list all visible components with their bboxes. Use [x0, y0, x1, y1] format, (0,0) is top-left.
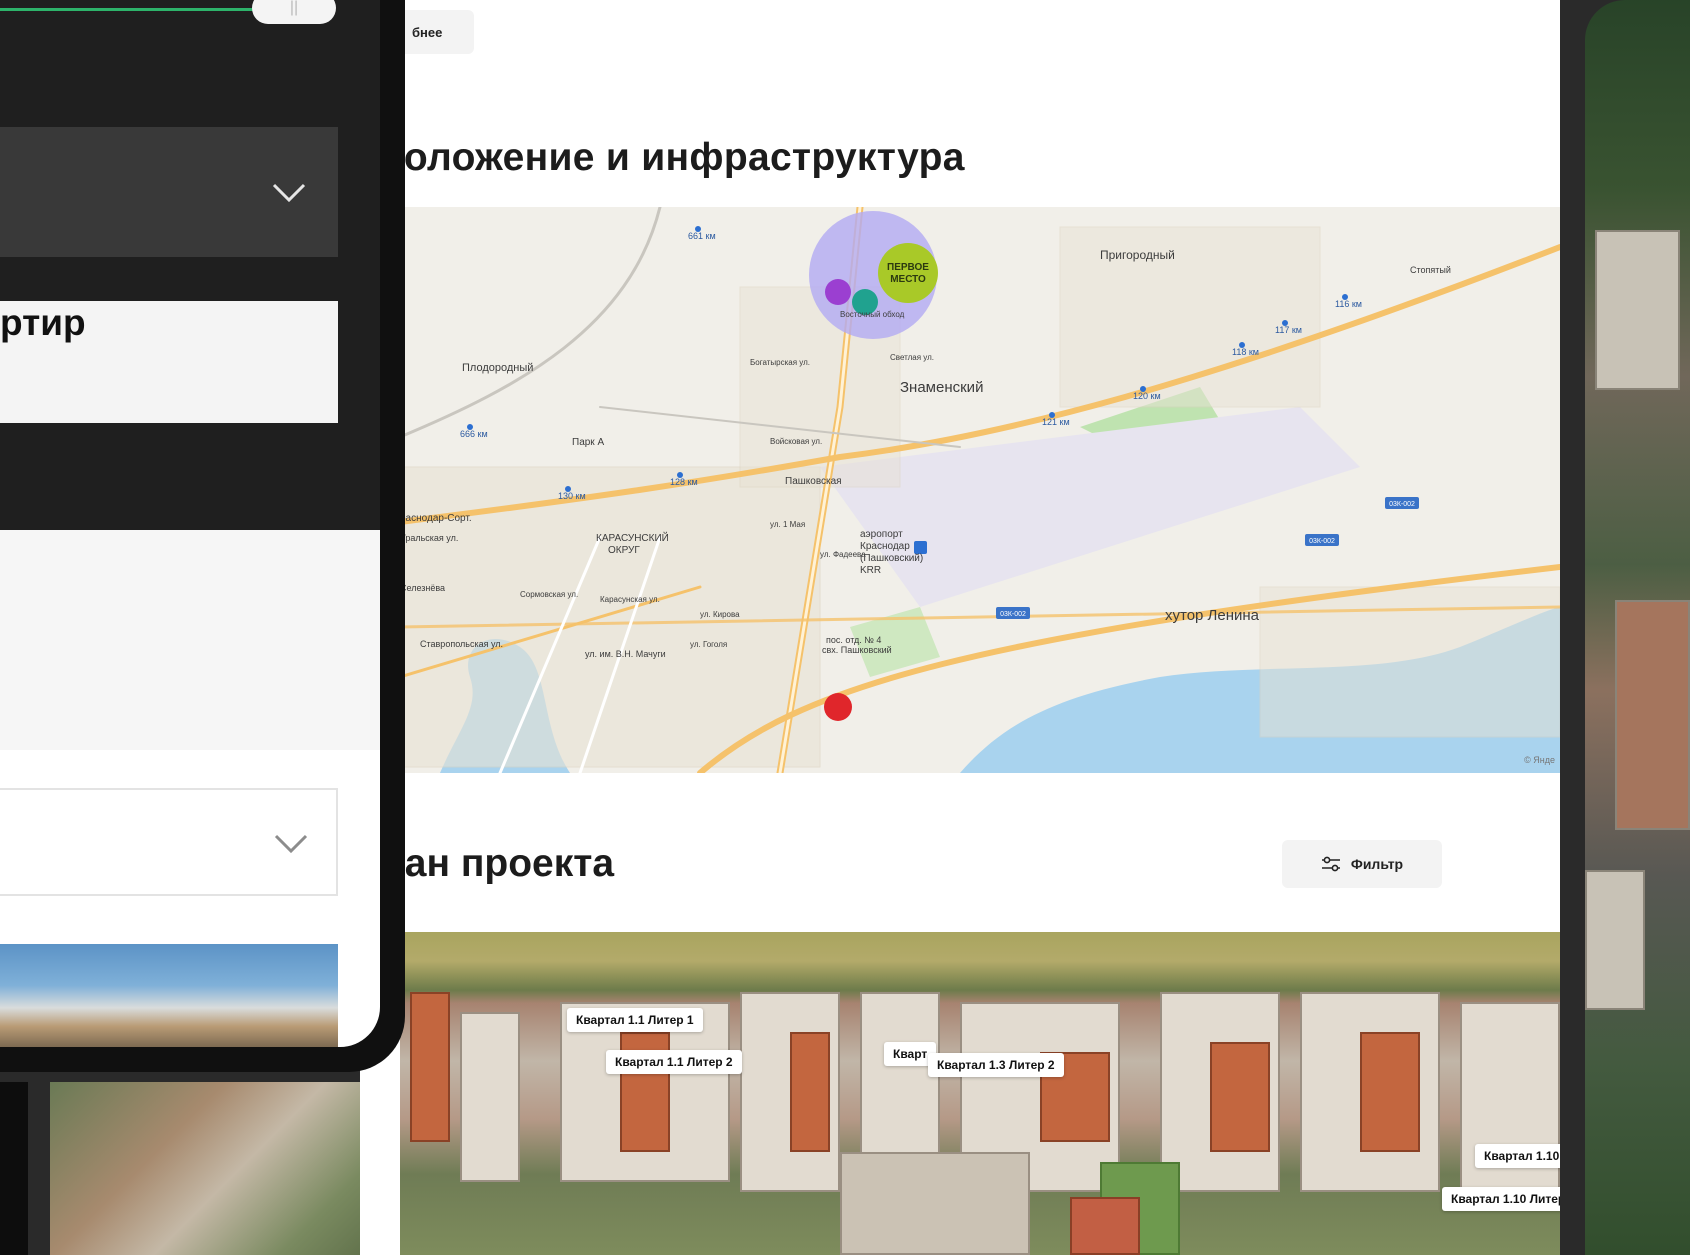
- plan-label-6[interactable]: Квартал 1.10 Литер: [1442, 1187, 1560, 1211]
- map-place-label: Богатырская ул.: [750, 358, 810, 367]
- logo-text-2: МЕСТО: [890, 274, 926, 285]
- km-marker-label: 120 км: [1133, 391, 1161, 401]
- km-marker-label: 118 км: [1232, 347, 1259, 357]
- map-place-label: хутор Ленина: [1165, 607, 1260, 624]
- dark-panel: [0, 1082, 28, 1255]
- progress-bar: [0, 8, 270, 11]
- map-place-label: Войсковая ул.: [770, 437, 822, 446]
- logo-text-1: ПЕРВОЕ: [887, 262, 929, 273]
- map-place-label: Краснодар: [860, 541, 910, 552]
- map-place-label: аэропорт: [860, 529, 903, 540]
- map-place-label: Карасунская ул.: [600, 595, 660, 604]
- dark-dropdown[interactable]: [0, 127, 338, 257]
- km-marker-label: 128 км: [670, 477, 698, 487]
- light-dropdown[interactable]: [0, 788, 338, 896]
- plan-label-4[interactable]: Квартал 1.3 Литер 2: [928, 1053, 1064, 1077]
- master-plan-aerial[interactable]: Квартал 1.1 Литер 1 Квартал 1.1 Литер 2 …: [400, 932, 1560, 1255]
- km-marker-label: 666 км: [460, 429, 488, 439]
- plan-label-1[interactable]: Квартал 1.1 Литер 1: [567, 1008, 703, 1032]
- plan-label-5[interactable]: Квартал 1.10: [1475, 1144, 1560, 1168]
- road-badge-label: 03К-002: [1000, 611, 1026, 618]
- map-place-label: Пригородный: [1100, 248, 1175, 262]
- map-place-label: пос. отд. № 4: [826, 635, 881, 645]
- map-place-label: ул. им. В.Н. Мачуги: [585, 649, 666, 659]
- filter-button-label: Фильтр: [1350, 856, 1404, 872]
- light-section: [0, 530, 380, 750]
- map-place-label: ОКРУГ: [608, 545, 640, 556]
- airport-zone: [820, 407, 1360, 607]
- map-place-label: ул. 1 Мая: [770, 520, 805, 529]
- screenshot-stage: бнее положение и инфраструктура ПЕРВОЕ М…: [0, 0, 1690, 1255]
- project-logo-marker: [878, 243, 938, 303]
- map-place-label: ул. Гоголя: [690, 640, 727, 649]
- map-place-label: Светлая ул.: [890, 353, 934, 362]
- map-place-label: КАРАСУНСКИЙ: [596, 531, 669, 544]
- filter-button[interactable]: Фильтр: [1282, 840, 1442, 888]
- plan-label-2[interactable]: Квартал 1.1 Литер 2: [606, 1050, 742, 1074]
- km-marker-label: 661 км: [688, 231, 716, 241]
- map-place-label: раснодар-Сорт.: [400, 513, 472, 524]
- map-place-label: Сормовская ул.: [520, 590, 578, 599]
- pause-button[interactable]: ||: [252, 0, 336, 24]
- map-place-label: ул. Кирова: [700, 610, 740, 619]
- map-place-label: Стопятый: [1410, 265, 1451, 275]
- map-copyright: © Янде: [1524, 755, 1555, 765]
- right-aerial-photo: [1585, 0, 1690, 1255]
- chevron-down-icon: [274, 834, 308, 854]
- km-marker-label: 116 км: [1335, 299, 1362, 309]
- km-marker-label: 117 км: [1275, 325, 1302, 335]
- map-place-label: Парк А: [572, 437, 604, 448]
- map-place-label: Пашковская: [785, 476, 842, 487]
- bottom-aerial-photo: [50, 1082, 380, 1255]
- map-place-label: Восточный обход: [840, 310, 905, 319]
- desktop-page: бнее положение и инфраструктура ПЕРВОЕ М…: [360, 0, 1560, 1255]
- infrastructure-map[interactable]: ПЕРВОЕ МЕСТО Пригородный Знаменский Плодор…: [400, 207, 1560, 773]
- map-place-label: Селезнёва: [400, 583, 445, 593]
- map-place-label: Уральская ул.: [400, 533, 458, 543]
- pause-icon: ||: [289, 0, 299, 16]
- map-place-label: свх. Пашковский: [822, 645, 892, 655]
- phone-screen: || ртир: [0, 0, 380, 1047]
- phone-photo: [0, 944, 338, 1047]
- filter-icon: [1321, 856, 1340, 872]
- school-marker: [825, 279, 851, 305]
- map-place-label: Ставропольская ул.: [420, 639, 503, 649]
- map-place-label: ул. Фадеева: [820, 550, 866, 559]
- road-badge-label: 03К-002: [1309, 538, 1335, 545]
- phone-mockup: || ртир: [0, 0, 405, 1072]
- road-badge-label: 03К-002: [1389, 501, 1415, 508]
- apartments-card-title: ртир: [0, 302, 86, 343]
- map-place-label: Плодородный: [462, 362, 533, 374]
- map-place-label: Знаменский: [900, 379, 983, 396]
- chevron-down-icon: [272, 183, 306, 203]
- km-marker-label: 121 км: [1042, 417, 1070, 427]
- map-canvas: ПЕРВОЕ МЕСТО Пригородный Знаменский Плодор…: [400, 207, 1560, 773]
- km-marker-label: 130 км: [558, 491, 586, 501]
- location-heading: положение и инфраструктура: [380, 136, 965, 179]
- plan-heading: лан проекта: [380, 842, 615, 885]
- map-place-label: (Пашковский): [860, 553, 923, 564]
- map-place-label: KRR: [860, 565, 881, 576]
- shop-marker: [824, 693, 852, 721]
